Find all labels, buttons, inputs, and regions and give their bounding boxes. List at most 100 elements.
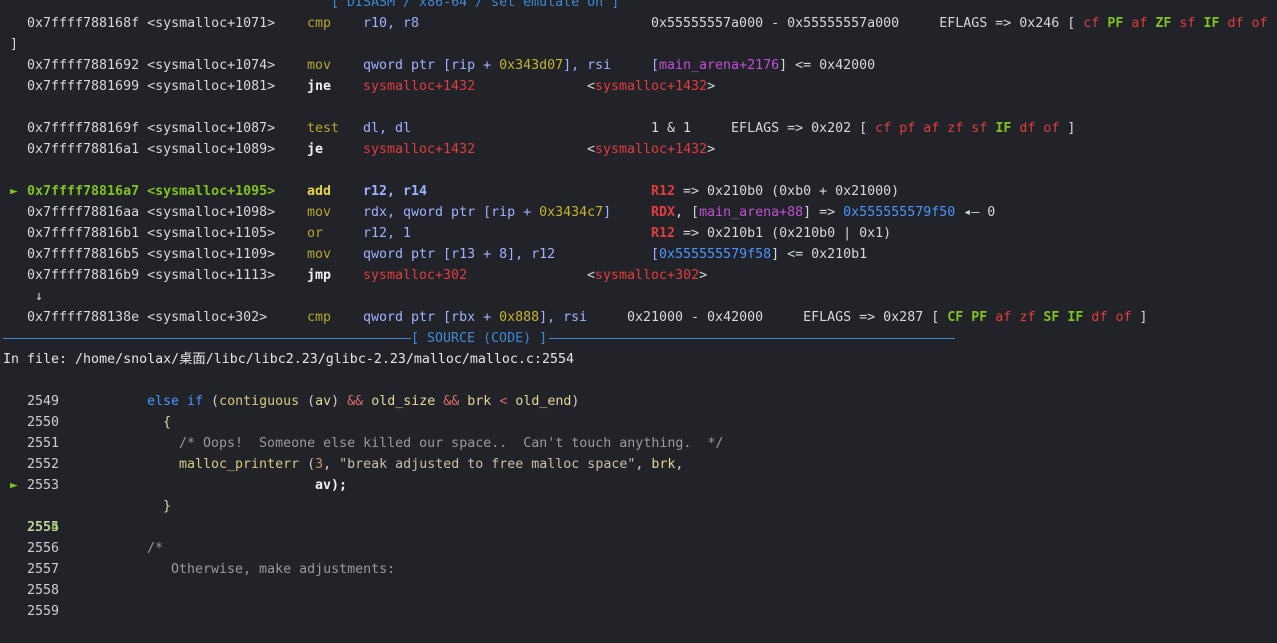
source-code: { — [163, 415, 172, 430]
instr-comment: 1 & 1 EFLAGS => 0x202 [ cf pf af zf sf I… — [651, 121, 1076, 136]
flag-pf: PF — [1107, 16, 1124, 31]
instr-operands: rdx, qword ptr [rip + 0x3434c7] — [363, 205, 612, 220]
instr-comment: <sysmalloc+1432> — [587, 142, 716, 157]
instr-address: 0x7ffff78816a7 <sysmalloc+1095> — [27, 184, 276, 199]
source-header: [ SOURCE (CODE) ] — [411, 331, 548, 346]
instr-address: 0x7ffff7881699 <sysmalloc+1081> — [27, 79, 276, 94]
instr-operands: r12, 1 — [363, 226, 412, 241]
instr-address: 0x7ffff788138e <sysmalloc+302> — [27, 310, 268, 325]
disasm-row[interactable]: 0x7ffff78816b5 <sysmalloc+1109> mov qwor… — [0, 244, 1277, 265]
disasm-row[interactable]: 0x7ffff78816a1 <sysmalloc+1089> je sysma… — [0, 139, 1277, 160]
wrapped-bracket: ] — [10, 37, 19, 52]
instr-operands: sysmalloc+1432 — [363, 79, 476, 94]
current-line-arrow-icon: ► — [10, 478, 19, 493]
flag-zf: ZF — [1155, 16, 1172, 31]
instr-address: 0x7ffff788168f <sysmalloc+1071> — [27, 16, 276, 31]
line-number: 2559 — [27, 604, 60, 619]
source-comment: Otherwise, make adjustments: — [171, 562, 396, 577]
source-comment: /* — [147, 541, 164, 556]
instr-operands: dl, dl — [363, 121, 412, 136]
disasm-row[interactable]: 0x7ffff7881692 <sysmalloc+1074> mov qwor… — [0, 55, 1277, 76]
instr-operands: r10, r8 — [363, 16, 420, 31]
source-code: else if (contiguous (av) && old_size && … — [147, 394, 580, 409]
instr-mnemonic: jmp — [307, 268, 332, 283]
source-line-current: ► 2554 av); — [0, 475, 1277, 535]
flag-af: af — [1131, 16, 1148, 31]
source-line: 2552 /* Oops! Someone else killed our sp… — [0, 433, 1277, 472]
blank-row — [0, 160, 1277, 181]
instr-comment: [0x555555579f58] <= 0x210b1 — [651, 247, 868, 262]
separator-line-right — [549, 338, 955, 339]
instr-mnemonic: mov — [307, 247, 332, 262]
source-line: 2549 — [0, 370, 1277, 409]
instr-operands: qword ptr [rip + 0x343d07], rsi — [363, 58, 612, 73]
flag-df: df — [1227, 16, 1244, 31]
blank-row — [0, 97, 1277, 118]
instr-mnemonic: mov — [307, 205, 332, 220]
instr-mnemonic: test — [307, 121, 340, 136]
instr-operands: r12, r14 — [363, 184, 428, 199]
source-code: av); — [315, 478, 348, 493]
instr-address: 0x7ffff78816a1 <sysmalloc+1089> — [27, 142, 276, 157]
instr-comment: <sysmalloc+302> — [587, 268, 708, 283]
terminal: [ DISASM / x86-64 / set emulate on ] 0x7… — [0, 0, 1277, 619]
disasm-row-current[interactable]: ► 0x7ffff78816a7 <sysmalloc+1095> add r1… — [0, 181, 1277, 202]
instr-comment: [main_arena+2176] <= 0x42000 — [651, 58, 876, 73]
instr-comment: <sysmalloc+1432> — [587, 79, 716, 94]
jump-down-arrow-icon: ↓ — [35, 289, 44, 304]
source-line: 2555 } — [0, 496, 1277, 535]
instr-operands: sysmalloc+1432 — [363, 142, 476, 157]
instr-comment: R12 => 0x210b1 (0x210b0 | 0x1) — [651, 226, 892, 241]
disasm-header-row: [ DISASM / x86-64 / set emulate on ] — [0, 0, 1277, 13]
source-separator: [ SOURCE (CODE) ] — [0, 328, 1277, 349]
instr-address: 0x7ffff788169f <sysmalloc+1087> — [27, 121, 276, 136]
disasm-header: [ DISASM / x86-64 / set emulate on ] — [331, 0, 620, 10]
instr-comment: 0x21000 - 0x42000 EFLAGS => 0x287 [ CF P… — [627, 310, 1148, 325]
source-code: malloc_printerr (3, "break adjusted to f… — [179, 457, 684, 472]
instr-address: 0x7ffff78816b5 <sysmalloc+1109> — [27, 247, 276, 262]
flag-of: of — [1251, 16, 1268, 31]
flag-if: IF — [1203, 16, 1220, 31]
instr-operands: qword ptr [r13 + 8], r12 — [363, 247, 556, 262]
source-code: } — [163, 499, 172, 514]
source-line: 2556 — [0, 517, 1277, 556]
instr-address: 0x7ffff7881692 <sysmalloc+1074> — [27, 58, 276, 73]
source-line: 2558 Otherwise, make adjustments: — [0, 559, 1277, 598]
source-line: 2551 { — [0, 412, 1277, 451]
source-line: 2559 — [0, 580, 1277, 619]
instr-mnemonic: cmp — [307, 310, 332, 325]
instr-comment: 0x55555557a000 - 0x55555557a000 EFLAGS =… — [651, 16, 1268, 31]
source-line: 2550 else if (contiguous (av) && old_siz… — [0, 391, 1277, 430]
instr-mnemonic: je — [307, 142, 324, 157]
disasm-wrap-row: ] — [0, 34, 1277, 55]
instr-mnemonic: cmp — [307, 16, 332, 31]
separator-line-left — [3, 338, 411, 339]
disasm-row[interactable]: 0x7ffff78816b9 <sysmalloc+1113> jmp sysm… — [0, 265, 1277, 286]
instr-comment: RDX, [main_arena+88] => 0x555555579f50 ◂… — [651, 205, 996, 220]
source-line: 2553 malloc_printerr (3, "break adjusted… — [0, 454, 1277, 493]
disasm-row[interactable]: 0x7ffff78816b1 <sysmalloc+1105> or r12, … — [0, 223, 1277, 244]
flag-sf: sf — [1179, 16, 1196, 31]
instr-operands: sysmalloc+302 — [363, 268, 468, 283]
source-line: 2557 /* — [0, 538, 1277, 577]
source-file-path: In file: /home/snolax/桌面/libc/libc2.23/g… — [3, 352, 574, 367]
instr-comment: R12 => 0x210b0 (0xb0 + 0x21000) — [651, 184, 900, 199]
disasm-row[interactable]: 0x7ffff788138e <sysmalloc+302> cmp qword… — [0, 307, 1277, 328]
jump-arrow-row: ↓ — [0, 286, 1277, 307]
instr-mnemonic: or — [307, 226, 324, 241]
instr-mnemonic: mov — [307, 58, 332, 73]
current-instruction-arrow-icon: ► — [10, 184, 19, 199]
instr-mnemonic: add — [307, 184, 332, 199]
source-comment: /* Oops! Someone else killed our space..… — [179, 436, 724, 451]
instr-mnemonic: jne — [307, 79, 332, 94]
disasm-row[interactable]: 0x7ffff78816aa <sysmalloc+1098> mov rdx,… — [0, 202, 1277, 223]
disasm-row[interactable]: 0x7ffff788169f <sysmalloc+1087> test dl,… — [0, 118, 1277, 139]
disasm-row[interactable]: 0x7ffff788168f <sysmalloc+1071> cmp r10,… — [0, 13, 1277, 34]
instr-address: 0x7ffff78816aa <sysmalloc+1098> — [27, 205, 276, 220]
flag-cf: cf — [1083, 16, 1100, 31]
source-file-row: In file: /home/snolax/桌面/libc/libc2.23/g… — [0, 349, 1277, 370]
instr-address: 0x7ffff78816b9 <sysmalloc+1113> — [27, 268, 276, 283]
instr-operands: qword ptr [rbx + 0x888], rsi — [363, 310, 588, 325]
disasm-row[interactable]: 0x7ffff7881699 <sysmalloc+1081> jne sysm… — [0, 76, 1277, 97]
instr-address: 0x7ffff78816b1 <sysmalloc+1105> — [27, 226, 276, 241]
